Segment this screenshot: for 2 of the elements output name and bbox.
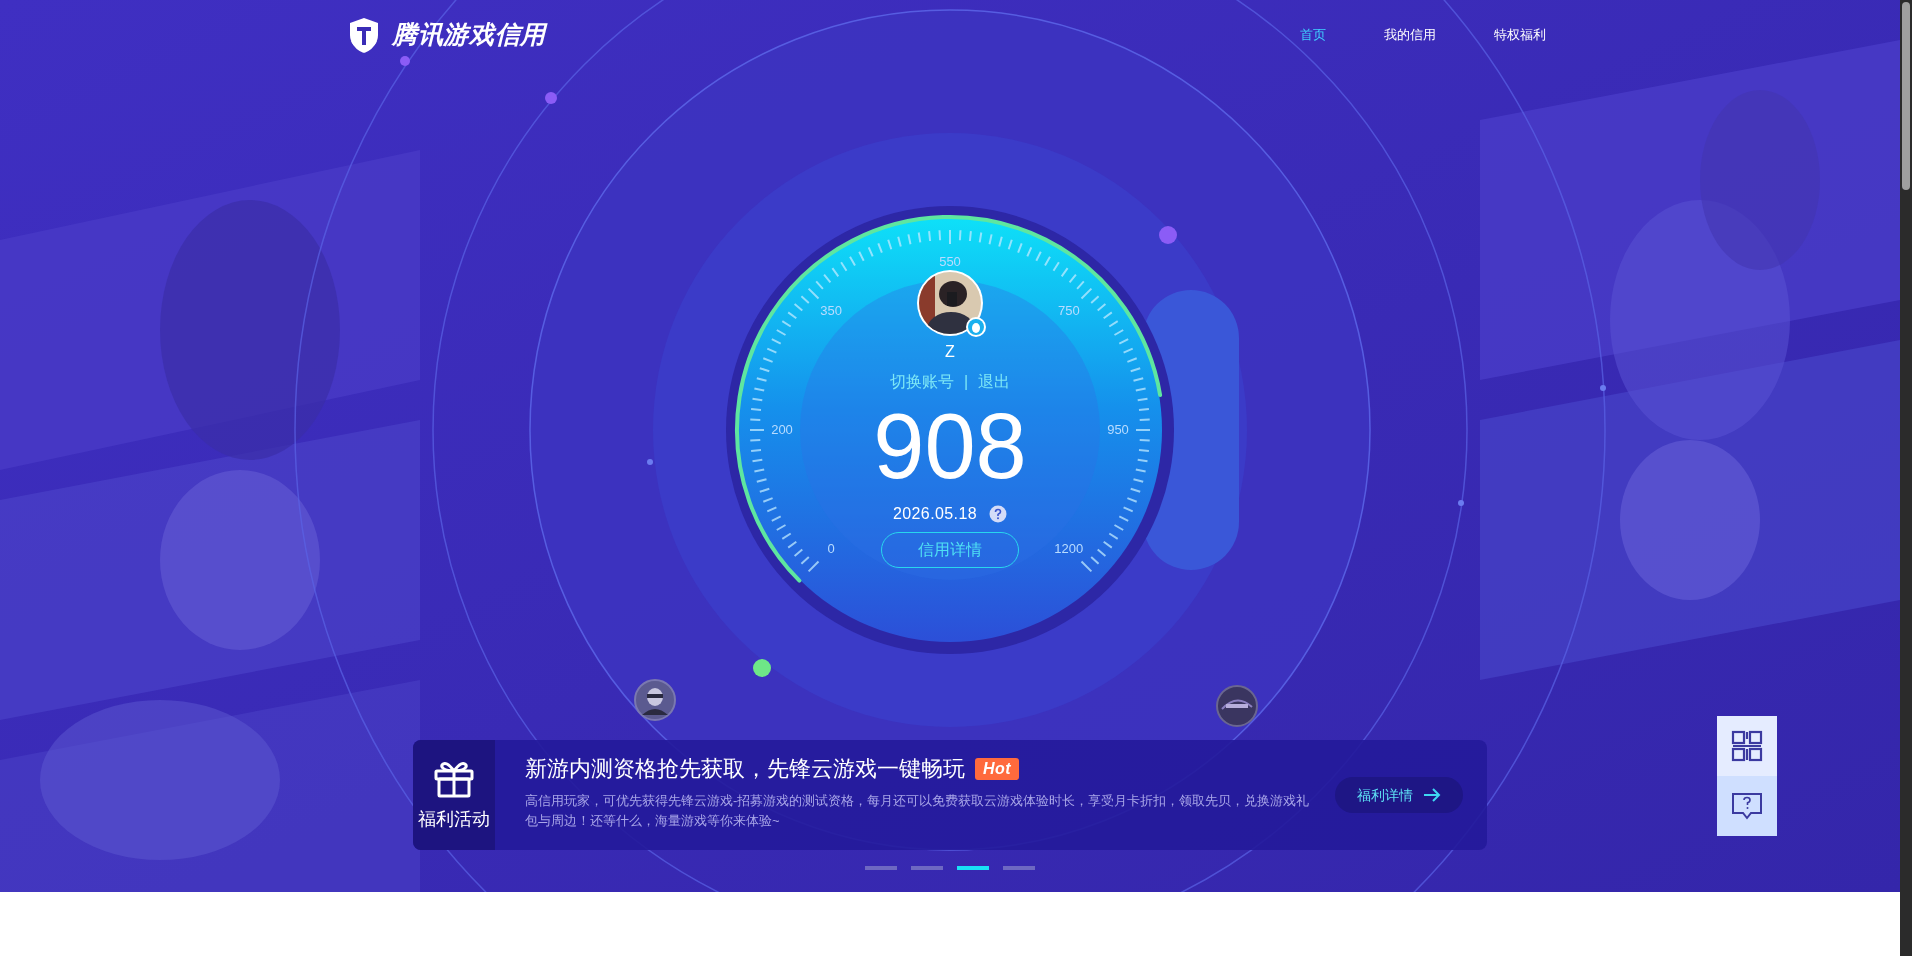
scrollbar[interactable] (1900, 0, 1912, 956)
scrollbar-thumb[interactable] (1902, 2, 1910, 190)
